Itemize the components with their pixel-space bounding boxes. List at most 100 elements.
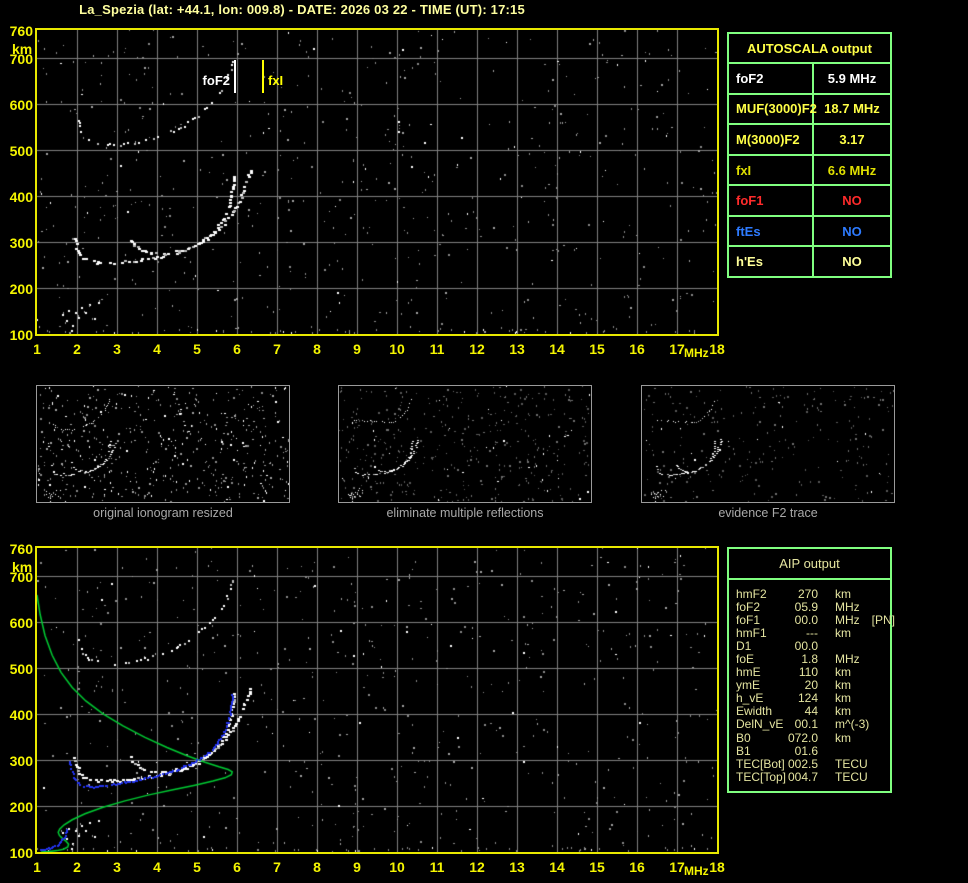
x-tick-label: 10 xyxy=(389,859,405,875)
aip-parameter-label: ymE xyxy=(736,678,760,693)
aip-parameter-extra: [PN] xyxy=(871,612,896,627)
aip-row-TEC[Bot]: TEC[Bot] 002.5 TECU xyxy=(736,757,890,770)
aip-row-DelN_vE: DelN_vE 00.1 m^(-3) xyxy=(736,718,890,731)
x-tick-label: 2 xyxy=(73,859,81,875)
aip-parameter-label: foF2 xyxy=(736,599,761,614)
x-tick-label: 15 xyxy=(589,341,605,357)
aip-parameter-label: TEC[Bot] xyxy=(736,756,785,771)
thumbnail-canvas-evidence xyxy=(642,386,894,502)
aip-parameter-unit: m^(-3) xyxy=(835,717,870,732)
aip-parameter-label: D1 xyxy=(736,638,752,653)
x-tick-label: 13 xyxy=(509,859,525,875)
x-tick-label: 5 xyxy=(193,341,201,357)
y-tick-label: 300 xyxy=(9,752,33,769)
autoscala-parameter-label: foF2 xyxy=(729,64,814,93)
aip-parameter-value: 110 xyxy=(798,665,818,680)
aip-parameter-label: hmF2 xyxy=(736,586,767,601)
aip-parameter-label: foF1 xyxy=(736,612,761,627)
thumbnail-canvas-original xyxy=(37,386,289,502)
x-tick-label: 15 xyxy=(589,859,605,875)
autoscala-parameter-value: 3.17 xyxy=(839,131,865,147)
autoscala-parameter-label: M(3000)F2 xyxy=(729,125,814,154)
aip-table-rows: hmF2 270 km foF2 05.9 MHz foF1 00.0 MHz [PN] hmF1 -… xyxy=(729,580,895,783)
y-tick-label: 600 xyxy=(9,614,33,631)
x-axis-unit-label: MHz xyxy=(684,864,709,878)
x-tick-label: 4 xyxy=(153,341,161,357)
y-tick-label: 600 xyxy=(9,96,33,113)
aip-parameter-label: B1 xyxy=(736,743,751,758)
ionogram-canvas-top xyxy=(37,30,717,334)
y-axis-unit-label: km xyxy=(12,559,33,575)
autoscala-parameter-label: h'Es xyxy=(729,247,814,277)
x-tick-label: 9 xyxy=(353,859,361,875)
ionogram-canvas-bottom xyxy=(37,548,717,852)
aip-row-hmF1: hmF1 --- km xyxy=(736,626,890,639)
autoscala-application-window: La_Spezia (lat: +44.1, lon: 009.8) - DAT… xyxy=(0,0,968,883)
thumbnail-original-ionogram xyxy=(36,385,290,503)
aip-row-foF2: foF2 05.9 MHz xyxy=(736,600,890,613)
aip-parameter-value: 002.5 xyxy=(788,756,819,771)
y-tick-label: 400 xyxy=(9,706,33,723)
autoscala-table-rows: foF2 5.9 MHz MUF(3000)F2 18.7 MHz M(3000)F2 3… xyxy=(729,64,890,277)
aip-parameter-unit: km xyxy=(835,625,851,640)
aip-row-hmE: hmE 110 km xyxy=(736,666,890,679)
aip-row-hmF2: hmF2 270 km xyxy=(736,587,890,600)
aip-table-header: AIP output xyxy=(729,549,890,580)
autoscala-table-header: AUTOSCALA output xyxy=(729,34,890,64)
aip-parameter-value: 124 xyxy=(797,691,818,706)
aip-parameter-value: 004.7 xyxy=(788,769,819,784)
aip-row-h_vE: h_vE 124 km xyxy=(736,692,890,705)
autoscala-parameter-label: MUF(3000)F2 xyxy=(729,94,817,124)
autoscala-parameter-label: foF1 xyxy=(729,186,814,215)
aip-parameter-label: h_vE xyxy=(736,691,764,706)
autoscala-output-table: AUTOSCALA output foF2 5.9 MHz MUF(3000)F2 1… xyxy=(727,32,892,278)
caption-original-ionogram: original ionogram resized xyxy=(93,506,233,520)
fxi-marker-line xyxy=(262,60,264,93)
page-title: La_Spezia (lat: +44.1, lon: 009.8) - DAT… xyxy=(79,2,525,17)
aip-row-foE: foE 1.8 MHz xyxy=(736,652,890,665)
aip-parameter-label: DelN_vE xyxy=(736,717,784,732)
y-tick-label: 300 xyxy=(9,234,33,251)
aip-parameter-unit: TECU xyxy=(835,769,868,784)
x-tick-label: 3 xyxy=(113,859,121,875)
autoscala-parameter-value: NO xyxy=(842,193,862,209)
y-tick-label: 500 xyxy=(9,142,33,159)
y-tick-label: 500 xyxy=(9,660,33,677)
autoscala-row-h'Es: h'Es NO xyxy=(729,247,890,277)
x-tick-label: 16 xyxy=(629,341,645,357)
fof2-marker-label: foF2 xyxy=(202,73,230,88)
caption-evidence-f2: evidence F2 trace xyxy=(718,506,818,520)
x-tick-label: 16 xyxy=(629,859,645,875)
aip-parameter-label: TEC[Top] xyxy=(736,769,787,784)
aip-output-table: AIP output hmF2 270 km foF2 05.9 MHz foF1 00.0 M… xyxy=(727,547,895,793)
x-tick-label: 1 xyxy=(33,859,41,875)
autoscala-parameter-label: ftEs xyxy=(729,216,814,246)
aip-row-B1: B1 01.6 xyxy=(736,744,890,757)
aip-parameter-value: 44 xyxy=(804,704,818,719)
x-tick-label: 14 xyxy=(549,859,565,875)
aip-row-D1: D1 00.0 xyxy=(736,639,890,652)
aip-row-TEC[Top]: TEC[Top] 004.7 TECU xyxy=(736,770,890,783)
autoscala-row-MUF(3000)F2: MUF(3000)F2 18.7 MHz xyxy=(729,94,890,126)
x-tick-label: 9 xyxy=(353,341,361,357)
aip-parameter-value: 01.6 xyxy=(794,743,818,758)
autoscala-parameter-value: NO xyxy=(842,254,862,270)
y-axis-unit-label: km xyxy=(12,41,33,57)
aip-parameter-unit: km xyxy=(835,665,851,680)
aip-parameter-unit: km xyxy=(835,586,851,601)
aip-parameter-label: foE xyxy=(736,652,755,667)
x-tick-label: 6 xyxy=(233,859,241,875)
thumbnail-eliminate-reflections xyxy=(338,385,592,503)
autoscala-parameter-value: 18.7 MHz xyxy=(824,101,880,117)
autoscala-parameter-value: NO xyxy=(842,223,862,239)
aip-parameter-unit: km xyxy=(835,691,851,706)
x-tick-label: 4 xyxy=(153,859,161,875)
x-tick-label: 12 xyxy=(469,341,485,357)
x-tick-label: 11 xyxy=(429,859,445,875)
x-tick-label: 8 xyxy=(313,341,321,357)
aip-parameter-unit: km xyxy=(835,678,851,693)
x-tick-label: 6 xyxy=(233,341,241,357)
aip-parameter-value: --- xyxy=(806,625,818,640)
aip-row-Ewidth: Ewidth 44 km xyxy=(736,705,890,718)
x-tick-label: 2 xyxy=(73,341,81,357)
